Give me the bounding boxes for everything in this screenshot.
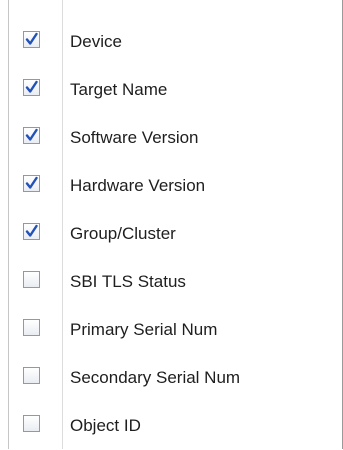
- checkmark-icon: [25, 176, 38, 189]
- checkbox-device[interactable]: [23, 31, 40, 48]
- checkbox-primary-serial-num[interactable]: [23, 319, 40, 336]
- checkmark-icon: [25, 80, 38, 93]
- checkbox-sbi-tls-status[interactable]: [23, 271, 40, 288]
- column-label[interactable]: SBI TLS Status: [70, 272, 186, 292]
- column-label[interactable]: Software Version: [70, 128, 199, 148]
- checkbox-object-id[interactable]: [23, 415, 40, 432]
- column-row-primary-serial-num[interactable]: Primary Serial Num: [9, 306, 342, 354]
- checkbox-target-name[interactable]: [23, 79, 40, 96]
- column-label[interactable]: Device: [70, 32, 122, 52]
- column-row-device[interactable]: Device: [9, 18, 342, 66]
- column-list: Device Target Name Software Version Hard…: [9, 0, 342, 450]
- column-row-object-id[interactable]: Object ID: [9, 402, 342, 450]
- column-row-group-cluster[interactable]: Group/Cluster: [9, 210, 342, 258]
- checkbox-software-version[interactable]: [23, 127, 40, 144]
- column-chooser-panel: Device Target Name Software Version Hard…: [8, 0, 343, 449]
- column-label[interactable]: Object ID: [70, 416, 141, 436]
- checkbox-group-cluster[interactable]: [23, 223, 40, 240]
- checkmark-icon: [25, 128, 38, 141]
- column-row-software-version[interactable]: Software Version: [9, 114, 342, 162]
- column-label[interactable]: Target Name: [70, 80, 167, 100]
- checkmark-icon: [25, 224, 38, 237]
- column-row-secondary-serial-num[interactable]: Secondary Serial Num: [9, 354, 342, 402]
- checkbox-secondary-serial-num[interactable]: [23, 367, 40, 384]
- column-label[interactable]: Primary Serial Num: [70, 320, 217, 340]
- checkmark-icon: [25, 32, 38, 45]
- column-row-sbi-tls-status[interactable]: SBI TLS Status: [9, 258, 342, 306]
- column-label[interactable]: Group/Cluster: [70, 224, 176, 244]
- checkbox-hardware-version[interactable]: [23, 175, 40, 192]
- column-label[interactable]: Hardware Version: [70, 176, 205, 196]
- column-row-target-name[interactable]: Target Name: [9, 66, 342, 114]
- column-row-hardware-version[interactable]: Hardware Version: [9, 162, 342, 210]
- column-label[interactable]: Secondary Serial Num: [70, 368, 240, 388]
